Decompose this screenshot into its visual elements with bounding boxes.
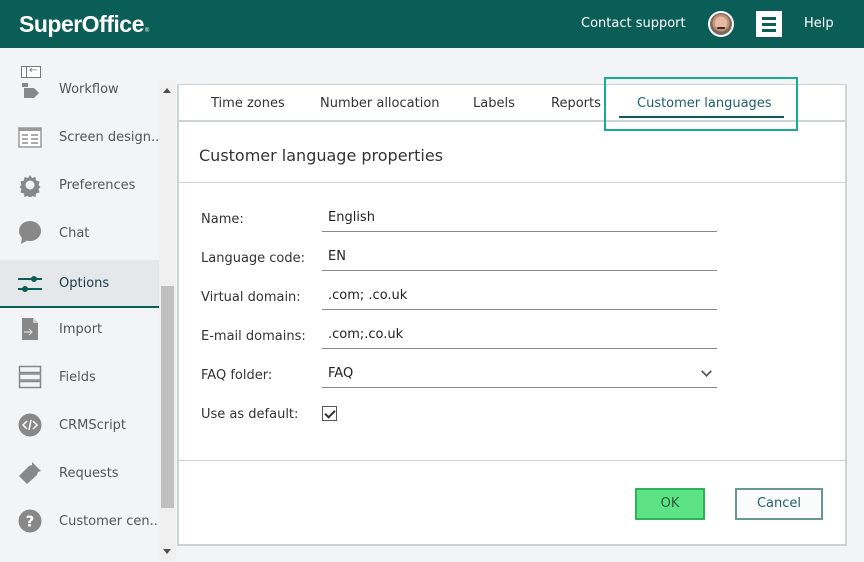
sidebar-item-chat[interactable]: Chat — [0, 209, 159, 257]
avatar-photo — [710, 13, 732, 35]
workflow-icon — [18, 77, 42, 101]
fields-icon — [18, 365, 42, 389]
tab-labels[interactable]: Labels — [473, 96, 515, 111]
use-as-default-label: Use as default: — [201, 407, 299, 422]
user-avatar[interactable] — [708, 11, 734, 37]
top-bar: SuperOffice® Contact support Help — [0, 0, 864, 48]
ticket-icon — [18, 461, 42, 485]
registered-mark: ® — [144, 28, 149, 34]
tab-customer-languages[interactable]: Customer languages — [637, 96, 772, 111]
sidebar-scrollbar[interactable] — [159, 80, 176, 562]
footer-divider — [179, 460, 845, 461]
screen-design-icon — [18, 125, 42, 149]
sidebar-item-label: Preferences — [59, 177, 136, 193]
sidebar-item-screen-design[interactable]: Screen design... — [0, 113, 163, 161]
virtual-domain-label: Virtual domain: — [201, 290, 301, 305]
faq-folder-label: FAQ folder: — [201, 368, 273, 383]
faq-folder-value: FAQ — [328, 366, 354, 381]
use-as-default-checkbox[interactable] — [322, 406, 337, 421]
virtual-domain-value: .com; .co.uk — [328, 288, 408, 303]
sidebar-item-label: Options — [59, 275, 110, 291]
sliders-icon — [18, 272, 42, 296]
divider — [179, 182, 845, 183]
sidebar-item-label: Screen design... — [59, 129, 164, 145]
question-icon: ? — [18, 509, 42, 533]
sidebar-item-fields[interactable]: Fields — [0, 353, 159, 401]
sidebar-item-label: Workflow — [59, 81, 119, 97]
language-code-label: Language code: — [201, 251, 306, 266]
sidebar-item-label: Customer cen... — [59, 513, 163, 529]
scroll-down-arrow-icon[interactable] — [163, 549, 171, 554]
logo-text: SuperOffice — [19, 11, 144, 37]
options-tabs: Time zones Number allocation Labels Repo… — [179, 85, 845, 122]
scrollbar-thumb[interactable] — [161, 286, 174, 508]
tab-number-allocation[interactable]: Number allocation — [320, 96, 440, 111]
sidebar-item-requests[interactable]: Requests — [0, 449, 159, 497]
tab-time-zones[interactable]: Time zones — [211, 96, 285, 111]
virtual-domain-field[interactable]: .com; .co.uk — [322, 284, 717, 310]
svg-text:?: ? — [26, 513, 35, 531]
sidebar-item-label: Requests — [59, 465, 119, 481]
sidebar-item-options[interactable]: Options — [0, 260, 159, 308]
help-link[interactable]: Help — [804, 16, 834, 31]
import-file-icon — [18, 317, 42, 341]
gear-icon — [18, 173, 42, 197]
sidebar-item-customer-center[interactable]: ? Customer cen... — [0, 497, 163, 545]
sidebar-item-label: Import — [59, 321, 103, 337]
tab-reports[interactable]: Reports — [551, 96, 601, 111]
faq-folder-select[interactable]: FAQ — [322, 362, 717, 388]
hamburger-menu-icon[interactable] — [756, 11, 782, 37]
language-code-value: EN — [328, 249, 346, 264]
sidebar-item-import[interactable]: Import — [0, 305, 159, 353]
chevron-down-icon — [701, 366, 712, 377]
options-panel: Time zones Number allocation Labels Repo… — [177, 84, 847, 546]
sidebar-item-workflow[interactable]: Workflow — [0, 65, 159, 113]
code-icon — [18, 413, 42, 437]
sidebar-item-label: Fields — [59, 369, 96, 385]
email-domains-field[interactable]: .com;.co.uk — [322, 323, 717, 349]
panel-title: Customer language properties — [199, 146, 444, 165]
sidebar-item-preferences[interactable]: Preferences — [0, 161, 159, 209]
active-tab-indicator — [619, 116, 784, 118]
cancel-button[interactable]: Cancel — [735, 488, 823, 520]
name-value: English — [328, 210, 375, 225]
sidebar-item-crmscript[interactable]: CRMScript — [0, 401, 159, 449]
superoffice-logo[interactable]: SuperOffice® — [19, 11, 149, 38]
sidebar-item-label: CRMScript — [59, 417, 127, 433]
name-label: Name: — [201, 212, 244, 227]
ok-button[interactable]: OK — [635, 488, 705, 520]
email-domains-label: E-mail domains: — [201, 329, 306, 344]
contact-support-link[interactable]: Contact support — [581, 16, 686, 31]
sidebar-item-label: Chat — [59, 225, 90, 241]
sidebar: ← Workflow Screen design... Preferences … — [0, 48, 163, 562]
scroll-up-arrow-icon[interactable] — [163, 88, 171, 93]
language-code-field[interactable]: EN — [322, 245, 717, 271]
chat-bubble-icon — [18, 221, 42, 245]
email-domains-value: .com;.co.uk — [328, 327, 404, 342]
name-field[interactable]: English — [322, 206, 717, 232]
